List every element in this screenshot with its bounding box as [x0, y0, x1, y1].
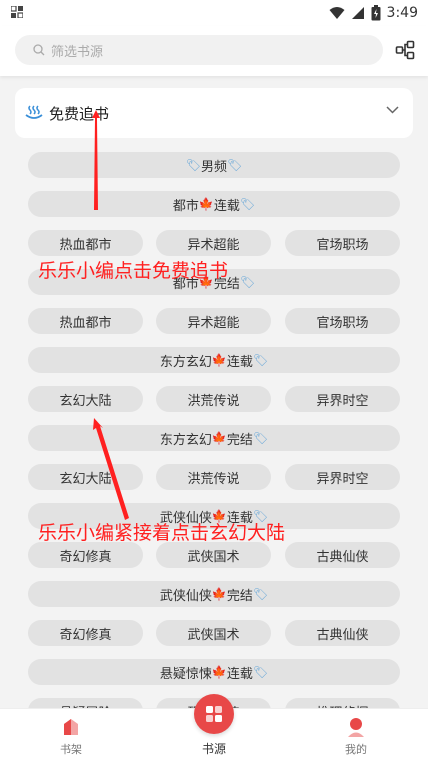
category-item[interactable]: 奇幻修真 — [28, 620, 143, 646]
category-item[interactable]: 异界时空 — [285, 464, 400, 490]
wifi-icon — [329, 7, 345, 19]
hot-spring-icon — [25, 105, 43, 119]
category-item[interactable]: 异界时空 — [285, 386, 400, 412]
status-time: 3:49 — [386, 5, 418, 21]
category-item-xuanhuan-dalu[interactable]: 玄幻大陆 — [28, 386, 143, 412]
category-item[interactable]: 奇幻修真 — [28, 542, 143, 568]
category-item[interactable]: 古典仙侠 — [285, 542, 400, 568]
search-header: 筛选书源 — [0, 26, 428, 76]
category-header-mystery-serial[interactable]: 悬疑惊悚 🍁 连载 🏷 — [28, 659, 400, 685]
maple-leaf-icon: 🍁 — [211, 431, 227, 445]
tag-icon: 🏷 — [252, 587, 269, 601]
tag-icon: 🏷 — [239, 275, 256, 289]
sources-fab[interactable] — [194, 694, 234, 734]
profile-icon — [348, 718, 364, 737]
category-item[interactable]: 武侠国术 — [156, 620, 271, 646]
annotation-text-1: 乐乐小编点击免费追书 — [38, 260, 229, 282]
maple-leaf-icon: 🍁 — [198, 197, 214, 211]
tag-icon: 🏷 — [185, 158, 201, 172]
tag-icon: 🏷 — [252, 665, 269, 679]
grid-icon — [206, 706, 222, 722]
category-header-male[interactable]: 🏷 男频 🏷 — [28, 152, 400, 178]
category-item[interactable]: 异术超能 — [156, 308, 271, 334]
section-title: 免费追书 — [49, 104, 110, 123]
category-item[interactable]: 洪荒传说 — [156, 464, 271, 490]
maple-leaf-icon: 🍁 — [211, 353, 227, 367]
category-item[interactable]: 玄幻大陆 — [28, 464, 143, 490]
category-item[interactable]: 武侠国术 — [156, 542, 271, 568]
category-item[interactable]: 热血都市 — [28, 308, 143, 334]
nav-mine[interactable]: 我的 — [306, 709, 406, 762]
bookshelf-icon — [64, 719, 78, 735]
app-notification-icon — [11, 6, 23, 18]
tag-icon: 🏷 — [227, 158, 243, 172]
cellular-signal-icon — [351, 7, 364, 19]
category-item[interactable]: 古典仙侠 — [285, 620, 400, 646]
category-item[interactable]: 官场职场 — [285, 230, 400, 256]
category-header-urban-serial[interactable]: 都市 🍁 连载 🏷 — [28, 191, 400, 217]
nav-bookshelf[interactable]: 书架 — [21, 709, 121, 762]
status-bar: 3:49 — [0, 0, 428, 26]
chevron-down-icon[interactable] — [386, 106, 399, 114]
annotation-text-2: 乐乐小编紧接着点击玄幻大陆 — [38, 522, 286, 544]
source-group-card[interactable]: 免费追书 — [15, 88, 413, 138]
search-icon — [33, 44, 45, 56]
tag-icon: 🏷 — [252, 431, 269, 445]
category-header-east-serial[interactable]: 东方玄幻 🍁 连载 🏷 — [28, 347, 400, 373]
battery-icon — [371, 5, 381, 21]
search-input[interactable]: 筛选书源 — [15, 35, 383, 65]
category-item[interactable]: 异术超能 — [156, 230, 271, 256]
category-item[interactable]: 官场职场 — [285, 308, 400, 334]
maple-leaf-icon: 🍁 — [211, 665, 227, 679]
category-header-wuxia-done[interactable]: 武侠仙侠 🍁 完结 🏷 — [28, 581, 400, 607]
group-structure-icon[interactable] — [395, 40, 415, 60]
category-header-east-done[interactable]: 东方玄幻 🍁 完结 🏷 — [28, 425, 400, 451]
category-item[interactable]: 洪荒传说 — [156, 386, 271, 412]
search-placeholder: 筛选书源 — [51, 44, 104, 60]
maple-leaf-icon: 🍁 — [211, 587, 227, 601]
tag-icon: 🏷 — [252, 353, 269, 367]
category-item[interactable]: 热血都市 — [28, 230, 143, 256]
tag-icon: 🏷 — [239, 197, 256, 211]
